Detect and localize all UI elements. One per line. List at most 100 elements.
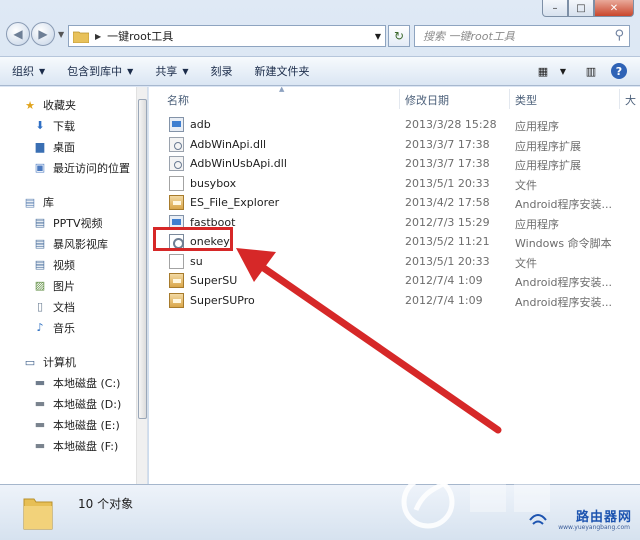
close-button[interactable]: ✕: [594, 0, 634, 17]
file-row[interactable]: ES_File_Explorer 2013/4/2 17:58 Android程序安…: [149, 193, 640, 212]
file-row[interactable]: SuperSU 2012/7/4 1:09 Android程序安装...: [149, 271, 640, 290]
file-name-cell[interactable]: busybox: [169, 175, 236, 191]
burn-label: 刻录: [210, 65, 233, 78]
nav-scrollbar[interactable]: [136, 87, 147, 484]
preview-pane-icon[interactable]: ▥: [582, 63, 600, 79]
file-name-cell[interactable]: SuperSU: [169, 273, 237, 288]
nav-item-label: 图片: [53, 279, 75, 293]
drive-icon: ▬: [34, 418, 46, 431]
column-divider[interactable]: [619, 89, 620, 109]
back-arrow-icon: ◀: [13, 27, 23, 41]
new-folder-button[interactable]: 新建文件夹: [254, 63, 309, 79]
nav-item-label: 本地磁盘 (C:): [53, 376, 121, 390]
file-row[interactable]: AdbWinApi.dll 2013/3/7 17:38 应用程序扩展: [149, 135, 640, 154]
nav-item-drive-e[interactable]: ▬ 本地磁盘 (E:): [0, 414, 147, 435]
file-type: 应用程序: [515, 217, 559, 231]
nav-item-music[interactable]: ♪ 音乐: [0, 317, 147, 338]
file-name: SuperSUPro: [190, 293, 255, 307]
view-options-icon[interactable]: ▦: [534, 63, 552, 79]
column-headers: ▲ 名称 修改日期 类型 大: [149, 87, 640, 111]
video-library-icon: ▤: [34, 237, 46, 250]
recent-places-icon: ▣: [34, 161, 46, 174]
file-type: Android程序安装...: [515, 276, 613, 289]
nav-item-downloads[interactable]: ⬇ 下载: [0, 115, 147, 136]
video-library-icon: ▤: [34, 216, 46, 229]
file-date: 2013/4/2 17:58: [405, 196, 490, 209]
file-name: su: [190, 254, 203, 268]
breadcrumb-folder[interactable]: 一键root工具: [107, 28, 173, 44]
nav-item-pptv[interactable]: ▤ PPTV视频: [0, 212, 147, 233]
file-name-cell[interactable]: SuperSUPro: [169, 292, 255, 308]
nav-item-drive-c[interactable]: ▬ 本地磁盘 (C:): [0, 372, 147, 393]
include-library-button[interactable]: 包含到库中 ▼: [67, 63, 133, 79]
nav-group-libraries[interactable]: ▤ 库: [0, 192, 147, 212]
search-input[interactable]: 搜索 一键root工具 ⚲: [414, 25, 630, 47]
refresh-button[interactable]: ↻: [388, 25, 410, 47]
drive-icon: ▬: [34, 397, 46, 410]
nav-item-drive-f[interactable]: ▬ 本地磁盘 (F:): [0, 435, 147, 456]
minimize-button[interactable]: –: [542, 0, 568, 17]
view-dropdown-icon[interactable]: ▼: [554, 63, 572, 79]
nav-item-label: 文档: [53, 300, 75, 314]
maximize-button[interactable]: □: [568, 0, 594, 17]
address-dropdown-icon[interactable]: ▼: [375, 32, 381, 41]
back-button[interactable]: ◀: [6, 22, 30, 46]
burn-button[interactable]: 刻录: [210, 63, 232, 79]
nav-group-label: 计算机: [43, 356, 76, 369]
nav-scrollbar-thumb[interactable]: [138, 99, 147, 419]
file-row[interactable]: adb 2013/3/28 15:28 应用程序: [149, 115, 640, 134]
nav-item-drive-d[interactable]: ▬ 本地磁盘 (D:): [0, 393, 147, 414]
documents-library-icon: ▯: [36, 300, 44, 313]
share-button[interactable]: 共享 ▼: [155, 63, 188, 79]
file-name-cell[interactable]: AdbWinUsbApi.dll: [169, 156, 287, 171]
status-bar: 10 个对象: [0, 484, 640, 540]
help-button[interactable]: ?: [610, 63, 628, 79]
column-divider[interactable]: [509, 89, 510, 109]
nav-item-videos[interactable]: ▤ 视频: [0, 254, 147, 275]
file-row[interactable]: AdbWinUsbApi.dll 2013/3/7 17:38 应用程序扩展: [149, 154, 640, 173]
apk-icon: [169, 195, 184, 210]
file-row[interactable]: SuperSUPro 2012/7/4 1:09 Android程序安装...: [149, 291, 640, 310]
share-label: 共享: [155, 65, 178, 78]
file-name-cell[interactable]: ES_File_Explorer: [169, 195, 279, 210]
file-name-cell[interactable]: AdbWinApi.dll: [169, 136, 266, 152]
forward-button[interactable]: ▶: [31, 22, 55, 46]
nav-item-baofeng[interactable]: ▤ 暴风影视库: [0, 233, 147, 254]
include-library-label: 包含到库中: [67, 65, 123, 78]
caption-buttons: – □ ✕: [542, 0, 634, 17]
nav-group-favorites[interactable]: ★ 收藏夹: [0, 95, 147, 115]
column-header-type[interactable]: 类型: [515, 92, 537, 108]
nav-item-desktop[interactable]: ▆ 桌面: [0, 136, 147, 157]
nav-buttons: ◀ ▶ ▼: [6, 22, 64, 46]
file-name-cell[interactable]: adb: [169, 117, 211, 132]
star-icon: ★: [25, 98, 35, 112]
breadcrumb-chevron-icon[interactable]: ▶: [95, 32, 101, 41]
file-name: ES_File_Explorer: [190, 196, 280, 209]
nav-item-label: 本地磁盘 (D:): [53, 397, 122, 411]
column-header-name[interactable]: 名称: [167, 92, 189, 108]
address-bar[interactable]: ▶ 一键root工具 ▼: [68, 25, 386, 47]
nav-item-recent[interactable]: ▣ 最近访问的位置: [0, 157, 147, 178]
file-row[interactable]: su 2013/5/1 20:33 文件: [149, 252, 640, 271]
view-controls: ▦ ▼ ▥ ?: [524, 63, 628, 79]
nav-group-label: 收藏夹: [43, 99, 76, 112]
nav-group-computer[interactable]: ▭ 计算机: [0, 352, 147, 372]
column-header-size[interactable]: 大: [625, 92, 636, 108]
nav-item-pictures[interactable]: ▨ 图片: [0, 275, 147, 296]
file-name-cell[interactable]: su: [169, 253, 203, 269]
organize-button[interactable]: 组织 ▼: [12, 63, 45, 79]
column-header-date[interactable]: 修改日期: [405, 92, 449, 108]
nav-item-label: 视频: [53, 258, 75, 272]
recent-pages-dropdown[interactable]: ▼: [58, 30, 64, 39]
search-icon[interactable]: ⚲: [614, 28, 624, 43]
download-folder-icon: ⬇: [35, 119, 45, 132]
file-row[interactable]: busybox 2013/5/1 20:33 文件: [149, 174, 640, 193]
file-icon: [169, 253, 184, 269]
file-type: 应用程序: [515, 120, 559, 133]
dll-icon: [169, 136, 184, 152]
file-type: 应用程序扩展: [515, 139, 581, 153]
file-type: Android程序安装...: [515, 198, 613, 211]
nav-item-documents[interactable]: ▯ 文档: [0, 296, 147, 317]
file-date: 2013/3/28 15:28: [405, 118, 497, 131]
column-divider[interactable]: [399, 89, 400, 109]
